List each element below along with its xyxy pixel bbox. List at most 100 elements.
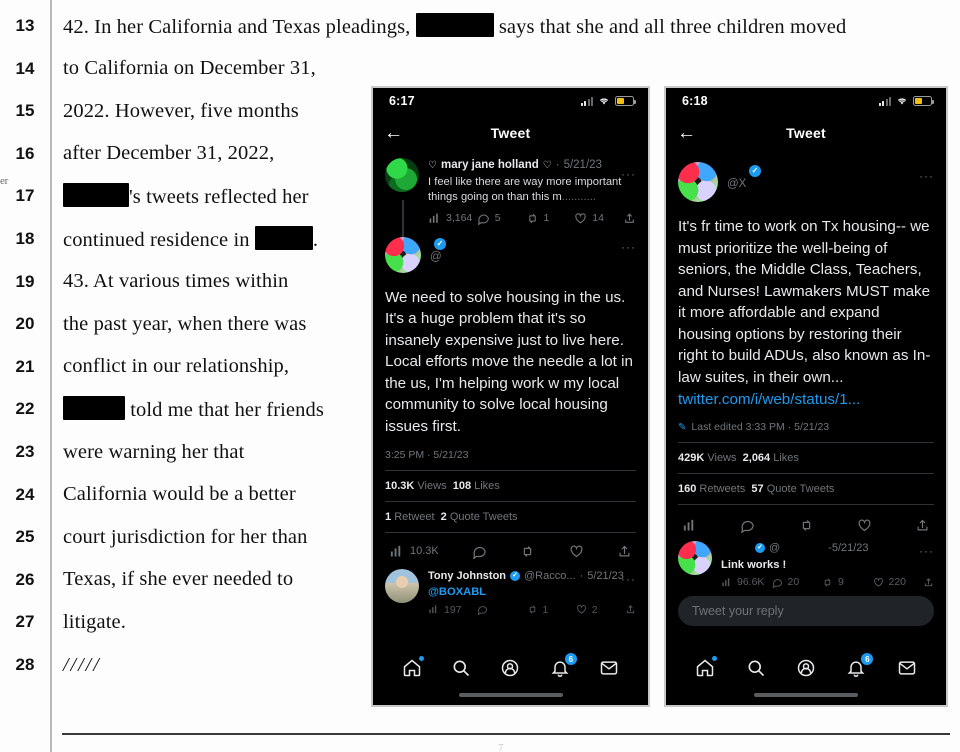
- parent-tweet-separator: ·: [555, 159, 560, 171]
- main-tweet-retweet-counts[interactable]: 1 Retweet 2 Quote Tweets: [373, 511, 648, 523]
- tab-search[interactable]: [746, 658, 766, 683]
- cellular-signal-icon: [878, 96, 891, 106]
- reply-separator: ·: [579, 569, 584, 582]
- share-icon[interactable]: [617, 544, 632, 559]
- reply-author-row: Tony Johnston @Racco... · 5/21/23: [428, 569, 636, 583]
- like-icon[interactable]: [857, 518, 872, 533]
- pleading-line: 14 to California on December 31,: [0, 51, 960, 87]
- views-label: Views: [417, 479, 447, 492]
- back-arrow-icon[interactable]: ←: [384, 124, 403, 143]
- parent-tweet-author[interactable]: mary jane holland: [441, 158, 539, 173]
- line-text-before: 2022. However, five months: [63, 99, 299, 122]
- line-number: 21: [15, 356, 35, 376]
- retweet-count: 1: [543, 212, 550, 224]
- main-tweet-header[interactable]: ··· @X: [666, 152, 946, 202]
- share-icon[interactable]: [915, 518, 930, 533]
- line-text-before: /////: [63, 653, 101, 676]
- pencil-edit-icon: ✎: [678, 421, 687, 433]
- tab-search[interactable]: [451, 658, 471, 683]
- line-number: 25: [15, 527, 35, 547]
- parent-tweet[interactable]: ··· ♡ mary jane holland ♡ · 5/21/23 I fe…: [373, 152, 648, 252]
- tab-home[interactable]: [402, 656, 424, 683]
- divider: [678, 473, 934, 475]
- views-metric[interactable]: 197: [428, 604, 477, 616]
- retweet-metric[interactable]: 9: [822, 576, 873, 588]
- nav-bar: ← Tweet: [373, 114, 648, 152]
- avatar[interactable]: [678, 162, 718, 202]
- more-options-icon[interactable]: ···: [621, 168, 636, 180]
- more-options-icon[interactable]: ···: [621, 241, 636, 253]
- more-options-icon[interactable]: ···: [919, 170, 934, 182]
- tab-spaces[interactable]: [796, 658, 816, 683]
- main-tweet-engagement-counts[interactable]: 429K Views 2,064 Likes: [666, 452, 946, 464]
- avatar[interactable]: [385, 158, 419, 192]
- retweet-icon[interactable]: [520, 544, 535, 559]
- tab-spaces[interactable]: [500, 658, 520, 683]
- main-tweet-handle: @X: [727, 178, 747, 190]
- reply-author[interactable]: Tony Johnston: [428, 569, 506, 583]
- share-metric[interactable]: [625, 604, 636, 615]
- like-metric[interactable]: 14: [574, 212, 623, 225]
- main-tweet-engagement-counts[interactable]: 10.3K Views 108 Likes: [373, 480, 648, 492]
- retweet-metric[interactable]: 1: [527, 604, 576, 616]
- line-text-after: 's tweets reflected her: [129, 186, 309, 209]
- avatar[interactable]: [385, 236, 421, 273]
- tab-home[interactable]: [695, 656, 718, 683]
- reply-metric[interactable]: 5: [477, 212, 526, 225]
- nav-title: Tweet: [786, 125, 826, 141]
- share-metric[interactable]: [923, 577, 934, 588]
- main-tweet-handle: @: [430, 250, 442, 263]
- views-metric[interactable]: 3,164: [428, 212, 477, 225]
- main-tweet-header[interactable]: ··· @: [373, 225, 648, 273]
- line-number: 28: [15, 655, 35, 674]
- share-metric[interactable]: [623, 212, 636, 225]
- reply-icon[interactable]: [472, 544, 487, 559]
- line-number: 22: [15, 399, 35, 419]
- views-count: 197: [444, 603, 462, 616]
- views-count: 3,164: [446, 212, 473, 224]
- tab-notifications[interactable]: 6: [846, 653, 874, 683]
- like-metric[interactable]: 220: [873, 576, 924, 588]
- home-indicator: [754, 693, 858, 697]
- line-number: 24: [15, 484, 35, 504]
- reply-metric[interactable]: [477, 604, 526, 616]
- tab-bar: 6: [373, 653, 648, 683]
- line-text-before: 42. In her California and Texas pleading…: [63, 16, 411, 38]
- avatar[interactable]: [385, 568, 419, 603]
- like-icon[interactable]: [569, 544, 584, 559]
- retweet-icon[interactable]: [799, 518, 814, 533]
- views-metric[interactable]: 96.6K: [721, 576, 772, 588]
- analytics-action[interactable]: 10.3K: [389, 544, 439, 559]
- parent-tweet-date: 5/21/23: [563, 159, 602, 171]
- avatar[interactable]: [678, 541, 712, 576]
- reply-icon[interactable]: [740, 518, 755, 534]
- reply-metric[interactable]: 20: [772, 576, 823, 588]
- retweets-label: Retweet: [394, 510, 435, 523]
- reply-tweet[interactable]: ··· @ -5/21/23 Link works ! 96.6K: [666, 541, 946, 588]
- line-text: told me that her friends: [50, 396, 324, 422]
- line-text: continued residence in .: [50, 226, 318, 252]
- retweets-count: 160: [678, 483, 697, 496]
- main-tweet-link[interactable]: twitter.com/i/web/status/1...: [678, 391, 860, 408]
- reply-input[interactable]: Tweet your reply: [678, 596, 934, 627]
- main-tweet-retweet-counts[interactable]: 160 Retweets 57 Quote Tweets: [666, 483, 946, 495]
- redaction-block: [63, 396, 125, 421]
- tab-messages[interactable]: [599, 658, 619, 683]
- likes-label: Likes: [773, 452, 799, 465]
- retweet-metric[interactable]: 1: [526, 212, 575, 225]
- line-text: to California on December 31,: [50, 57, 316, 80]
- reply-icon: [477, 604, 488, 616]
- back-arrow-icon[interactable]: ←: [677, 124, 696, 143]
- like-metric[interactable]: 2: [576, 604, 625, 616]
- main-tweet-action-row: [666, 514, 946, 539]
- analytics-icon[interactable]: [682, 518, 697, 533]
- cellular-signal-icon: [580, 96, 593, 106]
- more-options-icon[interactable]: ···: [621, 573, 636, 585]
- tab-notifications[interactable]: 6: [550, 653, 577, 683]
- tab-messages[interactable]: [897, 658, 917, 683]
- more-options-icon[interactable]: ···: [919, 545, 934, 557]
- status-bar: 6:17: [373, 88, 648, 114]
- reply-tweet[interactable]: ··· Tony Johnston @Racco... · 5/21/23 @B…: [373, 568, 648, 616]
- tab-bar: 6: [666, 653, 946, 683]
- line-number: 14: [15, 58, 35, 78]
